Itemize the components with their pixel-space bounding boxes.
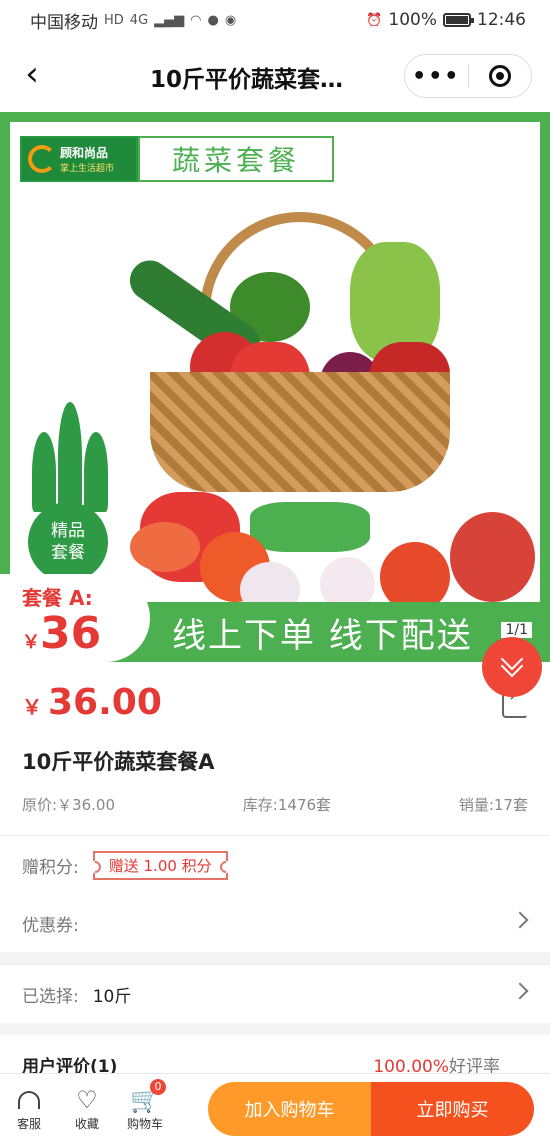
headset-icon	[18, 1091, 40, 1109]
cart-count-badge: 0	[150, 1079, 166, 1095]
sales-count: 销量:17套	[458, 796, 528, 814]
chevron-right-icon	[511, 982, 529, 1000]
page-title: 10斤平价蔬菜套…	[150, 67, 344, 93]
network-type: 4G	[129, 12, 149, 28]
battery-percent: 100%	[388, 10, 437, 30]
alarm-icon: ⏰	[366, 12, 383, 28]
logo-name: 顾和尚品	[60, 146, 109, 160]
points-row: 赠积分: 赠送 1.00 积分	[0, 836, 550, 894]
carrier-label: 中国移动	[30, 12, 98, 33]
product-price: ￥ 36.00	[22, 682, 162, 723]
more-menu-icon[interactable]: •••	[405, 64, 468, 89]
sliced-tomato	[130, 522, 200, 572]
chevron-right-icon	[511, 911, 529, 929]
buy-now-button[interactable]: 立即购买	[371, 1081, 534, 1136]
battery-icon	[443, 13, 474, 27]
nav-bar: ‹ 10斤平价蔬菜套… •••	[0, 40, 550, 112]
brand-logo: 顾和尚品 掌上生活超市	[20, 136, 138, 182]
hd-icon: HD	[104, 12, 124, 28]
wifi-icon: ◠	[190, 12, 202, 28]
purchase-buttons: 加入购物车 立即购买	[208, 1081, 534, 1136]
status-bar: 中国移动 HD 4G ▂▄▆ ◠ ● ◉ ⏰ 100% 12:46	[0, 0, 550, 40]
mini-program-capsule: •••	[404, 54, 532, 98]
selected-label: 已选择:	[22, 986, 79, 1007]
product-image-carousel[interactable]: 顾和尚品 掌上生活超市 蔬菜套餐 精品 套餐 线上下单 线下配送 套餐 A: ￥…	[0, 112, 550, 662]
service-label: 客服	[16, 1117, 41, 1131]
spec-section: 已选择: 10斤	[0, 964, 550, 1023]
stock-count: 库存:1476套	[242, 796, 332, 814]
banner-title: 蔬菜套餐	[138, 136, 334, 182]
product-info-card: ￥36.00 10斤平价蔬菜套餐A 原价:￥36.00 库存:1476套 销量:…	[0, 662, 550, 835]
bottom-action-bar: 客服 ♡ 收藏 🛒 0 购物车 加入购物车 立即购买	[0, 1073, 550, 1143]
package-price: 36	[40, 608, 102, 659]
signal-icon: ▂▄▆	[154, 12, 185, 28]
dill-herbs	[250, 502, 370, 552]
back-arrow-icon[interactable]: ‹	[12, 56, 52, 96]
package-label: 套餐 A:	[22, 586, 93, 610]
package-price-tag: 套餐 A: ￥36	[0, 574, 150, 662]
product-name: 10斤平价蔬菜套餐A	[22, 750, 215, 774]
wicker-basket	[150, 372, 450, 492]
cart-label: 购物车	[126, 1117, 163, 1131]
logo-mark-icon	[28, 145, 56, 173]
premium-package-badge: 精品 套餐	[28, 502, 108, 582]
badge-line2: 套餐	[51, 543, 85, 563]
price-value: 36.00	[48, 681, 162, 723]
selected-spec-row[interactable]: 已选择: 10斤	[0, 965, 550, 1023]
favorite-label: 收藏	[74, 1117, 99, 1131]
add-to-cart-button[interactable]: 加入购物车	[208, 1081, 371, 1136]
heart-icon: ♡	[76, 1086, 98, 1114]
badge-line1: 精品	[51, 521, 85, 541]
apple-2	[450, 512, 535, 602]
wechat-icon: ◉	[224, 12, 237, 28]
coupon-row[interactable]: 优惠券:	[0, 894, 550, 952]
points-label: 赠积分:	[22, 857, 79, 878]
close-program-button[interactable]	[469, 65, 532, 87]
selected-value: 10斤	[92, 986, 132, 1007]
target-icon	[488, 65, 511, 87]
package-yen: ￥	[22, 632, 40, 653]
favorite-button[interactable]: ♡ 收藏	[58, 1085, 116, 1132]
flame-decoration	[32, 392, 108, 512]
price-symbol: ￥	[22, 694, 42, 719]
customer-service-button[interactable]: 客服	[0, 1085, 58, 1132]
logo-tagline: 掌上生活超市	[60, 164, 115, 174]
app-notify-icon: ●	[207, 12, 219, 28]
cart-button[interactable]: 🛒 0 购物车	[116, 1079, 174, 1132]
carousel-pager: 1/1	[501, 622, 532, 638]
promo-section: 赠积分: 赠送 1.00 积分 优惠券:	[0, 835, 550, 952]
original-price: 原价:￥36.00	[22, 796, 115, 814]
clock: 12:46	[477, 10, 526, 30]
expand-menu-button[interactable]	[482, 637, 542, 697]
points-tag: 赠送 1.00 积分	[92, 850, 228, 880]
coupon-label: 优惠券:	[22, 915, 79, 936]
